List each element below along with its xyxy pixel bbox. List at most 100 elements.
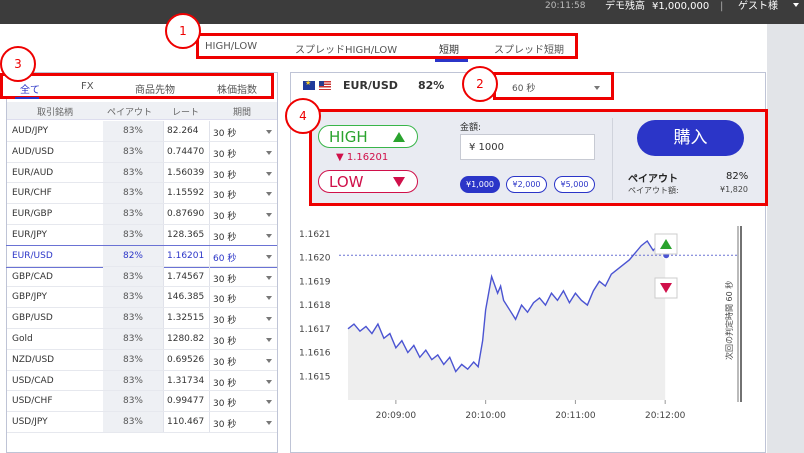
row-period-select[interactable]: 30 秒	[213, 147, 236, 160]
right-gutter	[767, 24, 804, 453]
table-row[interactable]: EUR/CHF 83% 1.15592 30 秒	[7, 183, 277, 205]
chevron-down-icon[interactable]	[793, 3, 799, 7]
column-divider	[163, 183, 164, 204]
row-payout: 83%	[103, 141, 163, 162]
row-rate: 146.385	[167, 292, 205, 303]
column-divider	[163, 162, 164, 183]
tab-spread-highlow[interactable]: スプレッドHIGH/LOW	[295, 41, 397, 56]
buy-button[interactable]: 購入	[637, 120, 744, 156]
column-divider	[209, 349, 210, 370]
balance-label: デモ残高	[605, 1, 645, 12]
chevron-down-icon[interactable]	[266, 192, 272, 197]
category-tab-commodities[interactable]: 商品先物	[135, 81, 175, 96]
column-divider	[163, 349, 164, 370]
amount-chip-5000[interactable]: ¥5,000	[554, 176, 595, 193]
row-period-select[interactable]: 30 秒	[213, 396, 236, 409]
row-rate: 128.365	[167, 229, 205, 240]
row-period-select[interactable]: 30 秒	[213, 272, 236, 285]
amount-input[interactable]	[460, 134, 595, 160]
row-period-select[interactable]: 30 秒	[213, 230, 236, 243]
trade-type-tabs: HIGH/LOW スプレッドHIGH/LOW 短期 スプレッド短期	[196, 33, 578, 62]
chevron-down-icon[interactable]	[266, 296, 272, 301]
column-divider	[163, 245, 164, 266]
chevron-down-icon[interactable]	[266, 275, 272, 280]
row-period-select[interactable]: 30 秒	[213, 355, 236, 368]
row-asset-name: GBP/USD	[12, 313, 53, 324]
table-row[interactable]: USD/CAD 83% 1.31734 30 秒	[7, 370, 277, 392]
y-tick-label: 1.1617	[299, 325, 331, 335]
table-row[interactable]: Gold 83% 1280.82 30 秒	[7, 328, 277, 350]
row-period-select[interactable]: 30 秒	[213, 376, 236, 389]
table-row[interactable]: EUR/USD 82% 1.16201 60 秒	[6, 244, 277, 268]
chevron-down-icon[interactable]	[266, 254, 272, 259]
chevron-down-icon[interactable]	[266, 130, 272, 134]
active-category-underline	[15, 97, 39, 99]
row-payout: 83%	[103, 308, 163, 328]
chevron-down-icon[interactable]	[266, 358, 272, 363]
chevron-down-icon[interactable]	[266, 421, 272, 426]
column-divider	[163, 121, 164, 141]
column-divider	[163, 412, 164, 432]
arrow-down-icon	[393, 177, 405, 187]
table-row[interactable]: EUR/JPY 83% 128.365 30 秒	[7, 224, 277, 246]
chevron-down-icon[interactable]	[266, 171, 272, 176]
row-period-select[interactable]: 30 秒	[213, 417, 236, 430]
arrow-up-icon	[393, 132, 405, 142]
row-period-select[interactable]: 30 秒	[213, 334, 236, 347]
row-period-select[interactable]: 30 秒	[213, 209, 236, 222]
row-period-select[interactable]: 30 秒	[213, 188, 236, 201]
chevron-down-icon[interactable]	[266, 400, 272, 405]
amount-chip-2000[interactable]: ¥2,000	[506, 176, 547, 193]
row-period-select[interactable]: 30 秒	[213, 126, 236, 139]
low-button[interactable]: LOW	[318, 170, 418, 193]
category-tab-fx[interactable]: FX	[81, 81, 94, 92]
chevron-down-icon[interactable]	[266, 150, 272, 155]
row-payout: 83%	[103, 349, 163, 370]
row-period-select[interactable]: 30 秒	[213, 292, 236, 305]
row-asset-name: USD/CHF	[12, 396, 53, 407]
chevron-down-icon[interactable]	[266, 317, 272, 322]
column-divider	[209, 287, 210, 308]
chevron-down-icon[interactable]	[266, 379, 272, 384]
table-row[interactable]: USD/CHF 83% 0.99477 30 秒	[7, 391, 277, 413]
row-rate: 1.31734	[167, 375, 205, 386]
top-bar: 20:11:58 デモ残高 ¥1,000,000 | ゲスト様	[0, 0, 804, 24]
trade-controls: HIGH ▼ 1.16201 LOW 金額: ¥1,000 ¥2,000 ¥5,…	[309, 109, 768, 206]
table-row[interactable]: GBP/USD 83% 1.32515 30 秒	[7, 308, 277, 329]
high-button[interactable]: HIGH	[318, 125, 418, 148]
tab-short-term[interactable]: 短期	[439, 41, 459, 56]
x-tick-label: 20:09:00	[376, 411, 417, 421]
user-menu[interactable]: ゲスト様	[738, 0, 778, 13]
tab-spread-short-term[interactable]: スプレッド短期	[494, 41, 564, 56]
price-chart: 1.1621 1.1620 1.1619 1.1618 1.1617 1.1616 1.16…	[291, 210, 765, 452]
row-period-select[interactable]: 60 秒	[213, 251, 236, 264]
table-row[interactable]: NZD/USD 83% 0.69526 30 秒	[7, 349, 277, 371]
row-payout: 82%	[103, 245, 163, 266]
period-select[interactable]: 60 秒	[493, 72, 614, 100]
row-payout: 83%	[103, 183, 163, 204]
row-period-select[interactable]: 30 秒	[213, 313, 236, 326]
table-row[interactable]: GBP/JPY 83% 146.385 30 秒	[7, 287, 277, 309]
trade-divider	[612, 118, 613, 200]
column-divider	[163, 287, 164, 308]
chevron-down-icon[interactable]	[266, 213, 272, 218]
chevron-down-icon[interactable]	[266, 337, 272, 342]
table-row[interactable]: AUD/USD 83% 0.74470 30 秒	[7, 141, 277, 163]
row-payout: 83%	[103, 412, 163, 432]
row-period-select[interactable]: 30 秒	[213, 168, 236, 181]
tab-highlow[interactable]: HIGH/LOW	[205, 41, 257, 52]
table-row[interactable]: USD/JPY 83% 110.467 30 秒	[7, 412, 277, 433]
header-payout: ペイアウト	[107, 108, 153, 118]
x-tick-label: 20:11:00	[555, 411, 596, 421]
asset-table-header: 取引銘柄 ペイアウト レート 期間	[7, 102, 277, 120]
table-row[interactable]: GBP/CAD 83% 1.74567 30 秒	[7, 266, 277, 288]
chevron-down-icon[interactable]	[266, 233, 272, 238]
category-tab-indices[interactable]: 株価指数	[217, 81, 257, 96]
category-tab-all[interactable]: 全て	[20, 81, 40, 96]
table-row[interactable]: EUR/AUD 83% 1.56039 30 秒	[7, 162, 277, 184]
amount-chip-1000[interactable]: ¥1,000	[460, 176, 500, 193]
column-divider	[209, 308, 210, 328]
high-button-label: HIGH	[329, 128, 368, 146]
table-row[interactable]: AUD/JPY 83% 82.264 30 秒	[7, 121, 277, 142]
table-row[interactable]: EUR/GBP 83% 0.87690 30 秒	[7, 204, 277, 225]
